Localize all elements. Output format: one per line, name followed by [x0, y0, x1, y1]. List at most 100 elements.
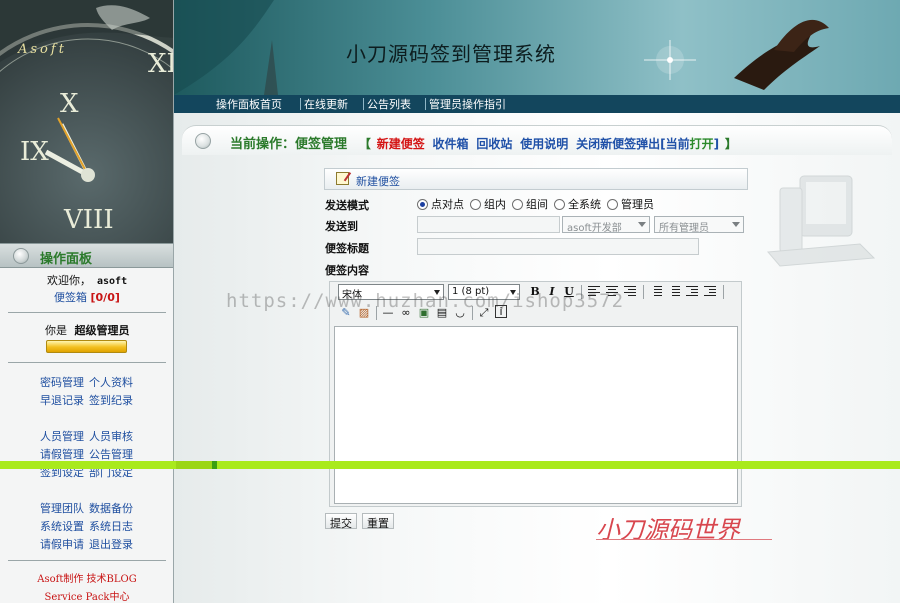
nav-home[interactable]: 操作面板首页: [216, 96, 282, 112]
radio-system-wide[interactable]: 全系统: [554, 196, 601, 212]
link-inbox[interactable]: 收件箱: [433, 137, 469, 151]
footer-service-link[interactable]: Service Pack中心: [0, 588, 173, 603]
menu-row: 系统设置 系统日志: [40, 518, 138, 534]
menu-system-log[interactable]: 系统日志: [89, 520, 133, 533]
inbox-link[interactable]: 便签箱: [54, 291, 87, 304]
table-icon[interactable]: ▤: [435, 305, 449, 320]
bracket-open: 【: [358, 137, 371, 151]
breadcrumb: 当前操作：便签管理 【 新建便签 收件箱 回收站 使用说明 关闭新便签弹出[当前…: [230, 133, 737, 152]
chevron-down-icon: [510, 290, 516, 295]
menu-profile[interactable]: 个人资料: [89, 376, 133, 389]
orb-icon: [13, 248, 29, 264]
radio-admin[interactable]: 管理员: [607, 196, 654, 212]
menu-checkin-settings[interactable]: 签到设定: [40, 466, 84, 479]
link-icon[interactable]: ∞: [399, 305, 413, 320]
font-family-select[interactable]: 宋体: [338, 284, 444, 301]
dept-select-value: asoft开发部: [567, 223, 622, 234]
font-color-icon[interactable]: ✎: [339, 305, 353, 320]
info-icon[interactable]: i: [495, 305, 507, 318]
content-label: 便签内容: [325, 264, 369, 277]
radio-p2p[interactable]: 点对点: [417, 196, 464, 212]
menu-team[interactable]: 管理团队: [40, 502, 84, 515]
bold-button[interactable]: B: [528, 284, 542, 299]
indent-icon[interactable]: [704, 286, 716, 297]
admin-select[interactable]: 所有管理员: [654, 216, 744, 234]
menu-row: 密码管理 个人资料: [40, 374, 138, 390]
footer-blog-link[interactable]: Asoft制作 技术BLOG: [0, 570, 173, 585]
radio-label: 组内: [484, 198, 506, 211]
menu-staff[interactable]: 人员管理: [40, 430, 84, 443]
send-to-label: 发送到: [325, 220, 358, 233]
inbox-count: [0/0]: [90, 291, 120, 304]
role-name: 超级管理员: [74, 324, 130, 337]
menu-checkin-log[interactable]: 签到纪录: [89, 394, 133, 407]
radio-between-groups[interactable]: 组间: [512, 196, 548, 212]
submit-button[interactable]: 提交: [325, 513, 357, 530]
menu-early-leave[interactable]: 早退记录: [40, 394, 84, 407]
nav-divider: [300, 98, 301, 110]
menu-staff-review[interactable]: 人员审核: [89, 430, 133, 443]
admin-select-value: 所有管理员: [659, 223, 709, 234]
align-center-icon[interactable]: [606, 286, 618, 297]
font-size-select[interactable]: 1 (8 pt): [448, 284, 520, 300]
close-popup-label: 关闭新便签弹出: [576, 137, 661, 151]
menu-system-settings[interactable]: 系统设置: [40, 520, 84, 533]
username: asoft: [97, 276, 128, 287]
subject-label: 便签标题: [325, 242, 369, 255]
radio-circle[interactable]: [470, 198, 481, 210]
underline-button[interactable]: U: [562, 284, 576, 299]
orb-icon: [195, 133, 211, 149]
menu-leave-apply[interactable]: 请假申请: [40, 538, 84, 551]
align-right-icon[interactable]: [624, 286, 636, 297]
signature-underline: [596, 539, 772, 540]
ordered-list-icon[interactable]: [650, 286, 662, 297]
nav-admin-guide[interactable]: 管理员操作指引: [429, 96, 506, 112]
toolbar-divider: [581, 285, 582, 299]
fullscreen-icon[interactable]: ⤢: [477, 305, 491, 320]
menu-logout[interactable]: 退出登录: [89, 538, 133, 551]
menu-password[interactable]: 密码管理: [40, 376, 84, 389]
link-close-popup[interactable]: 关闭新便签弹出[当前打开]: [576, 137, 719, 151]
nav-online-update[interactable]: 在线更新: [304, 96, 348, 112]
nav-notice-list[interactable]: 公告列表: [367, 96, 411, 112]
row-content: 便签内容: [324, 258, 748, 279]
link-new-note[interactable]: 新建便签: [377, 137, 425, 151]
dept-select[interactable]: asoft开发部: [562, 216, 650, 234]
horizontal-rule-icon[interactable]: —: [381, 305, 395, 320]
radio-circle[interactable]: [417, 198, 428, 210]
italic-button[interactable]: I: [545, 284, 559, 299]
menu-backup[interactable]: 数据备份: [89, 502, 133, 515]
app-title: 小刀源码签到管理系统: [346, 42, 556, 66]
current-suffix: ]: [713, 137, 720, 151]
toolbar-divider: [723, 285, 724, 299]
row-subject: 便签标题: [324, 236, 748, 257]
toolbar-divider: [472, 306, 473, 320]
menu-leave[interactable]: 请假管理: [40, 448, 84, 461]
role-prefix: 你是: [45, 324, 67, 337]
emoticon-icon[interactable]: ◡: [453, 305, 467, 320]
radio-in-group[interactable]: 组内: [470, 196, 506, 212]
radio-circle[interactable]: [607, 198, 618, 210]
inbox-line[interactable]: 便签箱 [0/0]: [54, 289, 120, 305]
chevron-down-icon: [732, 222, 740, 227]
radio-circle[interactable]: [554, 198, 565, 210]
highlight-color-icon[interactable]: ▨: [357, 305, 371, 320]
reset-button[interactable]: 重置: [362, 513, 394, 530]
radio-circle[interactable]: [512, 198, 523, 210]
outdent-icon[interactable]: [686, 286, 698, 297]
unordered-list-icon[interactable]: [668, 286, 680, 297]
send-to-input[interactable]: [417, 216, 560, 233]
subject-input[interactable]: [417, 238, 699, 255]
link-recycle-bin[interactable]: 回收站: [476, 137, 512, 151]
row-send-mode: 发送模式 点对点 组内 组间 全系统 管理员: [324, 193, 748, 214]
editor-content-area[interactable]: [334, 326, 738, 504]
svg-text:IX: IX: [20, 137, 49, 167]
send-to-fields: asoft开发部 所有管理员: [417, 214, 748, 235]
menu-notice[interactable]: 公告管理: [89, 448, 133, 461]
divider: [8, 560, 166, 561]
menu-dept-settings[interactable]: 部门设定: [89, 466, 133, 479]
link-help[interactable]: 使用说明: [520, 137, 568, 151]
image-icon[interactable]: ▣: [417, 305, 431, 320]
align-left-icon[interactable]: [588, 286, 600, 297]
current-prefix: [当前: [660, 137, 690, 151]
